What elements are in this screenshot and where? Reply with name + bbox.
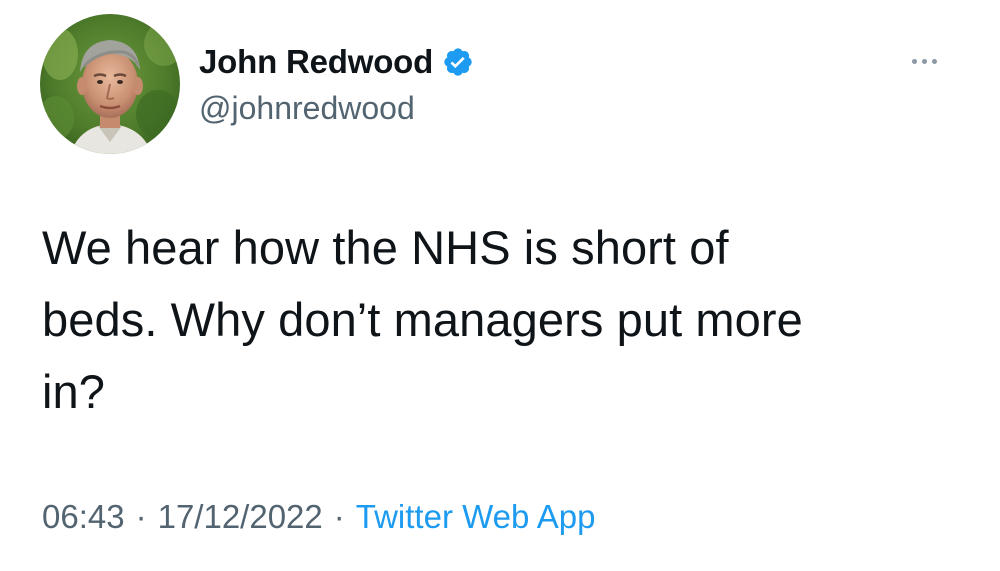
- author-avatar[interactable]: [40, 14, 180, 154]
- more-dot: [931, 58, 937, 64]
- more-options-icon[interactable]: [902, 46, 946, 76]
- tweet-time[interactable]: 06:43: [42, 498, 125, 536]
- avatar-photo: [40, 14, 180, 154]
- tweet-text: We hear how the NHS is short of beds. Wh…: [42, 221, 803, 418]
- tweet-metadata: 06:43 · 17/12/2022 · Twitter Web App: [42, 498, 595, 536]
- tweet-card: John Redwood @johnredwood We hear how th…: [0, 0, 1000, 571]
- author-name-row: John Redwood: [199, 40, 474, 84]
- more-dot: [921, 58, 927, 64]
- meta-separator: ·: [333, 498, 345, 535]
- meta-separator: ·: [135, 498, 147, 535]
- tweet-date[interactable]: 17/12/2022: [158, 498, 323, 536]
- author-display-name[interactable]: John Redwood: [199, 43, 433, 81]
- tweet-source-link[interactable]: Twitter Web App: [356, 498, 596, 536]
- verified-badge-icon: [442, 46, 474, 78]
- more-dot: [911, 58, 917, 64]
- author-handle[interactable]: @johnredwood: [199, 90, 415, 127]
